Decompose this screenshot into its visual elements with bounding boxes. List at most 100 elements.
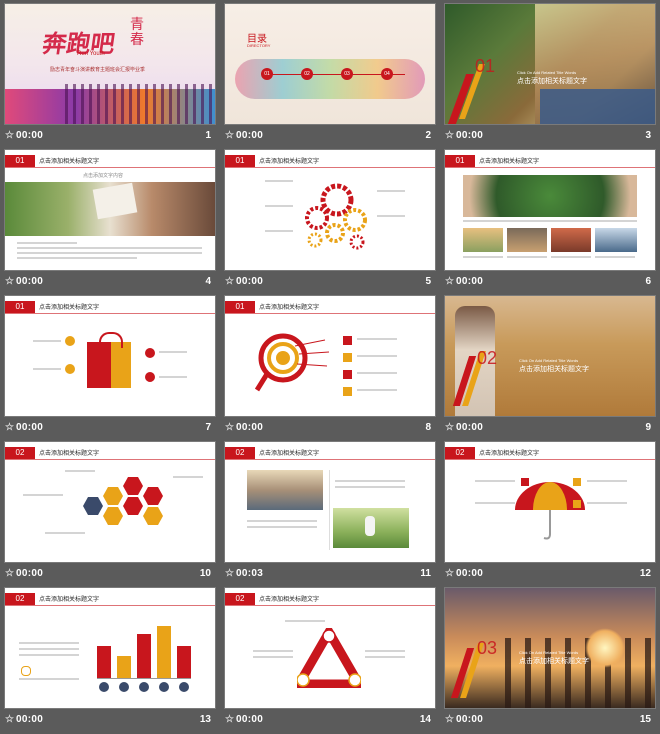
slide-1-subtitle: Run Youth — [77, 51, 105, 57]
slide-15-canvas[interactable]: 03 Click On Add Related Title Words 点击添加… — [445, 588, 655, 708]
slide-13-meta: ☆ 00:00 13 — [5, 712, 215, 730]
slide-thumb-1[interactable]: 奔跑吧 青春 Run Youth 励志青年奋斗演讲教育主题班会汇报毕业季 ☆ 0… — [5, 4, 215, 150]
slide-10-number: 10 — [199, 568, 211, 579]
slide-7-number: 7 — [205, 422, 211, 433]
transition-icon: ☆ — [445, 568, 454, 579]
slide-11-meta: ☆ 00:03 11 — [225, 566, 435, 584]
slide-5-canvas[interactable]: 01 点击添加相关标题文字 — [225, 150, 435, 270]
slide-4-number: 4 — [205, 276, 211, 287]
slide-4-canvas[interactable]: 01 点击添加相关标题文字 点击添加文字内容 — [5, 150, 215, 270]
slide-14-time: 00:00 — [236, 714, 264, 725]
slide-thumb-2[interactable]: 目录 DIRECTORY 01 02 03 04 ☆ 00:00 2 — [225, 4, 435, 150]
slide-11-header: 点击添加相关标题文字 — [259, 451, 320, 457]
slide-12-canvas[interactable]: 02 点击添加相关标题文字 — [445, 442, 655, 562]
slide-10-meta: ☆ 00:00 10 — [5, 566, 215, 584]
slide-12-meta: ☆ 00:00 12 — [445, 566, 655, 584]
slide-10-header: 点击添加相关标题文字 — [39, 451, 100, 457]
slide-thumb-4[interactable]: 01 点击添加相关标题文字 点击添加文字内容 ☆ 00:00 4 — [5, 150, 215, 296]
slide-11-number: 11 — [420, 568, 431, 579]
slide-3-meta: ☆ 00:00 3 — [445, 128, 655, 146]
slide-8-time: 00:00 — [236, 422, 264, 433]
slide-thumb-7[interactable]: 01 点击添加相关标题文字 ☆ 00:00 7 — [5, 296, 215, 442]
slide-2-number: 2 — [425, 130, 431, 141]
slide-thumb-9[interactable]: 02 Click On Add Related Title Words 点击添加… — [445, 296, 655, 442]
slide-6-canvas[interactable]: 01 点击添加相关标题文字 — [445, 150, 655, 270]
slide-15-big-number: 03 — [477, 638, 498, 658]
slide-4-badge: 01 — [5, 155, 35, 167]
slide-1-canvas[interactable]: 奔跑吧 青春 Run Youth 励志青年奋斗演讲教育主题班会汇报毕业季 — [5, 4, 215, 124]
slide-thumb-10[interactable]: 02 点击添加相关标题文字 ☆ 00:00 10 — [5, 442, 215, 588]
slide-4-header: 点击添加相关标题文字 — [39, 159, 100, 165]
slide-3-line1: Click On Add Related Title Words — [517, 70, 577, 75]
slide-9-big-number: 02 — [477, 348, 498, 368]
slide-9-meta: ☆ 00:00 9 — [445, 420, 655, 438]
slide-9-line2: 点击添加相关标题文字 — [519, 366, 589, 373]
transition-icon: ☆ — [5, 568, 14, 579]
slide-thumb-15[interactable]: 03 Click On Add Related Title Words 点击添加… — [445, 588, 655, 734]
transition-icon: ☆ — [445, 276, 454, 287]
slide-5-time: 00:00 — [236, 276, 264, 287]
slide-14-badge: 02 — [225, 593, 255, 605]
slide-thumb-5[interactable]: 01 点击添加相关标题文字 ☆ 00:00 5 — [225, 150, 435, 296]
slide-5-header: 点击添加相关标题文字 — [259, 159, 320, 165]
umbrella-icon — [515, 482, 585, 540]
slide-9-canvas[interactable]: 02 Click On Add Related Title Words 点击添加… — [445, 296, 655, 416]
transition-icon: ☆ — [445, 422, 454, 433]
slide-7-canvas[interactable]: 01 点击添加相关标题文字 — [5, 296, 215, 416]
transition-icon: ☆ — [225, 422, 234, 433]
slide-thumb-8[interactable]: 01 点击添加相关标题文字 ☆ 00:00 8 — [225, 296, 435, 442]
slide-5-badge: 01 — [225, 155, 255, 167]
slide-3-number: 3 — [645, 130, 651, 141]
slide-sorter-grid: 奔跑吧 青春 Run Youth 励志青年奋斗演讲教育主题班会汇报毕业季 ☆ 0… — [0, 0, 660, 725]
transition-icon: ☆ — [225, 130, 234, 141]
transition-icon: ☆ — [5, 130, 14, 141]
transition-icon: ☆ — [225, 276, 234, 287]
slide-7-badge: 01 — [5, 301, 35, 313]
slide-14-header: 点击添加相关标题文字 — [259, 597, 320, 603]
slide-14-meta: ☆ 00:00 14 — [225, 712, 435, 730]
slide-6-meta: ☆ 00:00 6 — [445, 274, 655, 292]
slide-thumb-11[interactable]: 02 点击添加相关标题文字 ☆ 00:03 11 — [225, 442, 435, 588]
slide-8-number: 8 — [425, 422, 431, 433]
slide-15-line2: 点击添加相关标题文字 — [519, 658, 589, 665]
slide-thumb-12[interactable]: 02 点击添加相关标题文字 ☆ 00:00 12 — [445, 442, 655, 588]
slide-4-meta: ☆ 00:00 4 — [5, 274, 215, 292]
slide-15-time: 00:00 — [456, 714, 484, 725]
slide-2-step-4: 04 — [381, 68, 393, 80]
slide-15-meta: ☆ 00:00 15 — [445, 712, 655, 730]
slide-13-header: 点击添加相关标题文字 — [39, 597, 100, 603]
slide-11-canvas[interactable]: 02 点击添加相关标题文字 — [225, 442, 435, 562]
gears-diagram — [305, 183, 367, 250]
slide-2-time: 00:00 — [236, 130, 264, 141]
slide-14-canvas[interactable]: 02 点击添加相关标题文字 — [225, 588, 435, 708]
slide-8-canvas[interactable]: 01 点击添加相关标题文字 — [225, 296, 435, 416]
slide-1-time: 00:00 — [16, 130, 44, 141]
slide-thumb-6[interactable]: 01 点击添加相关标题文字 ☆ 00:00 6 — [445, 150, 655, 296]
slide-9-time: 00:00 — [456, 422, 484, 433]
slide-13-canvas[interactable]: 02 点击添加相关标题文字 — [5, 588, 215, 708]
slide-6-time: 00:00 — [456, 276, 484, 287]
slide-8-meta: ☆ 00:00 8 — [225, 420, 435, 438]
slide-thumb-3[interactable]: 01 Click On Add Related Title Words 点击添加… — [445, 4, 655, 150]
slide-2-step-3: 03 — [341, 68, 353, 80]
shopping-bag-icon — [87, 342, 131, 388]
slide-3-line2: 点击添加相关标题文字 — [517, 78, 587, 85]
hexagon-diagram — [83, 477, 163, 525]
slide-3-time: 00:00 — [456, 130, 484, 141]
slide-13-number: 13 — [199, 714, 211, 725]
slide-10-canvas[interactable]: 02 点击添加相关标题文字 — [5, 442, 215, 562]
slide-thumb-14[interactable]: 02 点击添加相关标题文字 ☆ 00:00 14 — [225, 588, 435, 734]
slide-15-number: 15 — [639, 714, 651, 725]
transition-icon: ☆ — [225, 714, 234, 725]
magnifier-diagram — [255, 333, 330, 392]
slide-11-time: 00:03 — [236, 568, 264, 579]
slide-thumb-13[interactable]: 02 点击添加相关标题文字 ☆ 00:00 13 — [5, 588, 215, 734]
slide-10-time: 00:00 — [16, 568, 44, 579]
slide-2-canvas[interactable]: 目录 DIRECTORY 01 02 03 04 — [225, 4, 435, 124]
slide-4-caption: 点击添加文字内容 — [83, 173, 124, 179]
slide-1-title2: 青春 — [130, 17, 144, 48]
slide-2-meta: ☆ 00:00 2 — [225, 128, 435, 146]
slide-9-line1: Click On Add Related Title Words — [519, 358, 579, 363]
slide-3-canvas[interactable]: 01 Click On Add Related Title Words 点击添加… — [445, 4, 655, 124]
slide-6-badge: 01 — [445, 155, 475, 167]
